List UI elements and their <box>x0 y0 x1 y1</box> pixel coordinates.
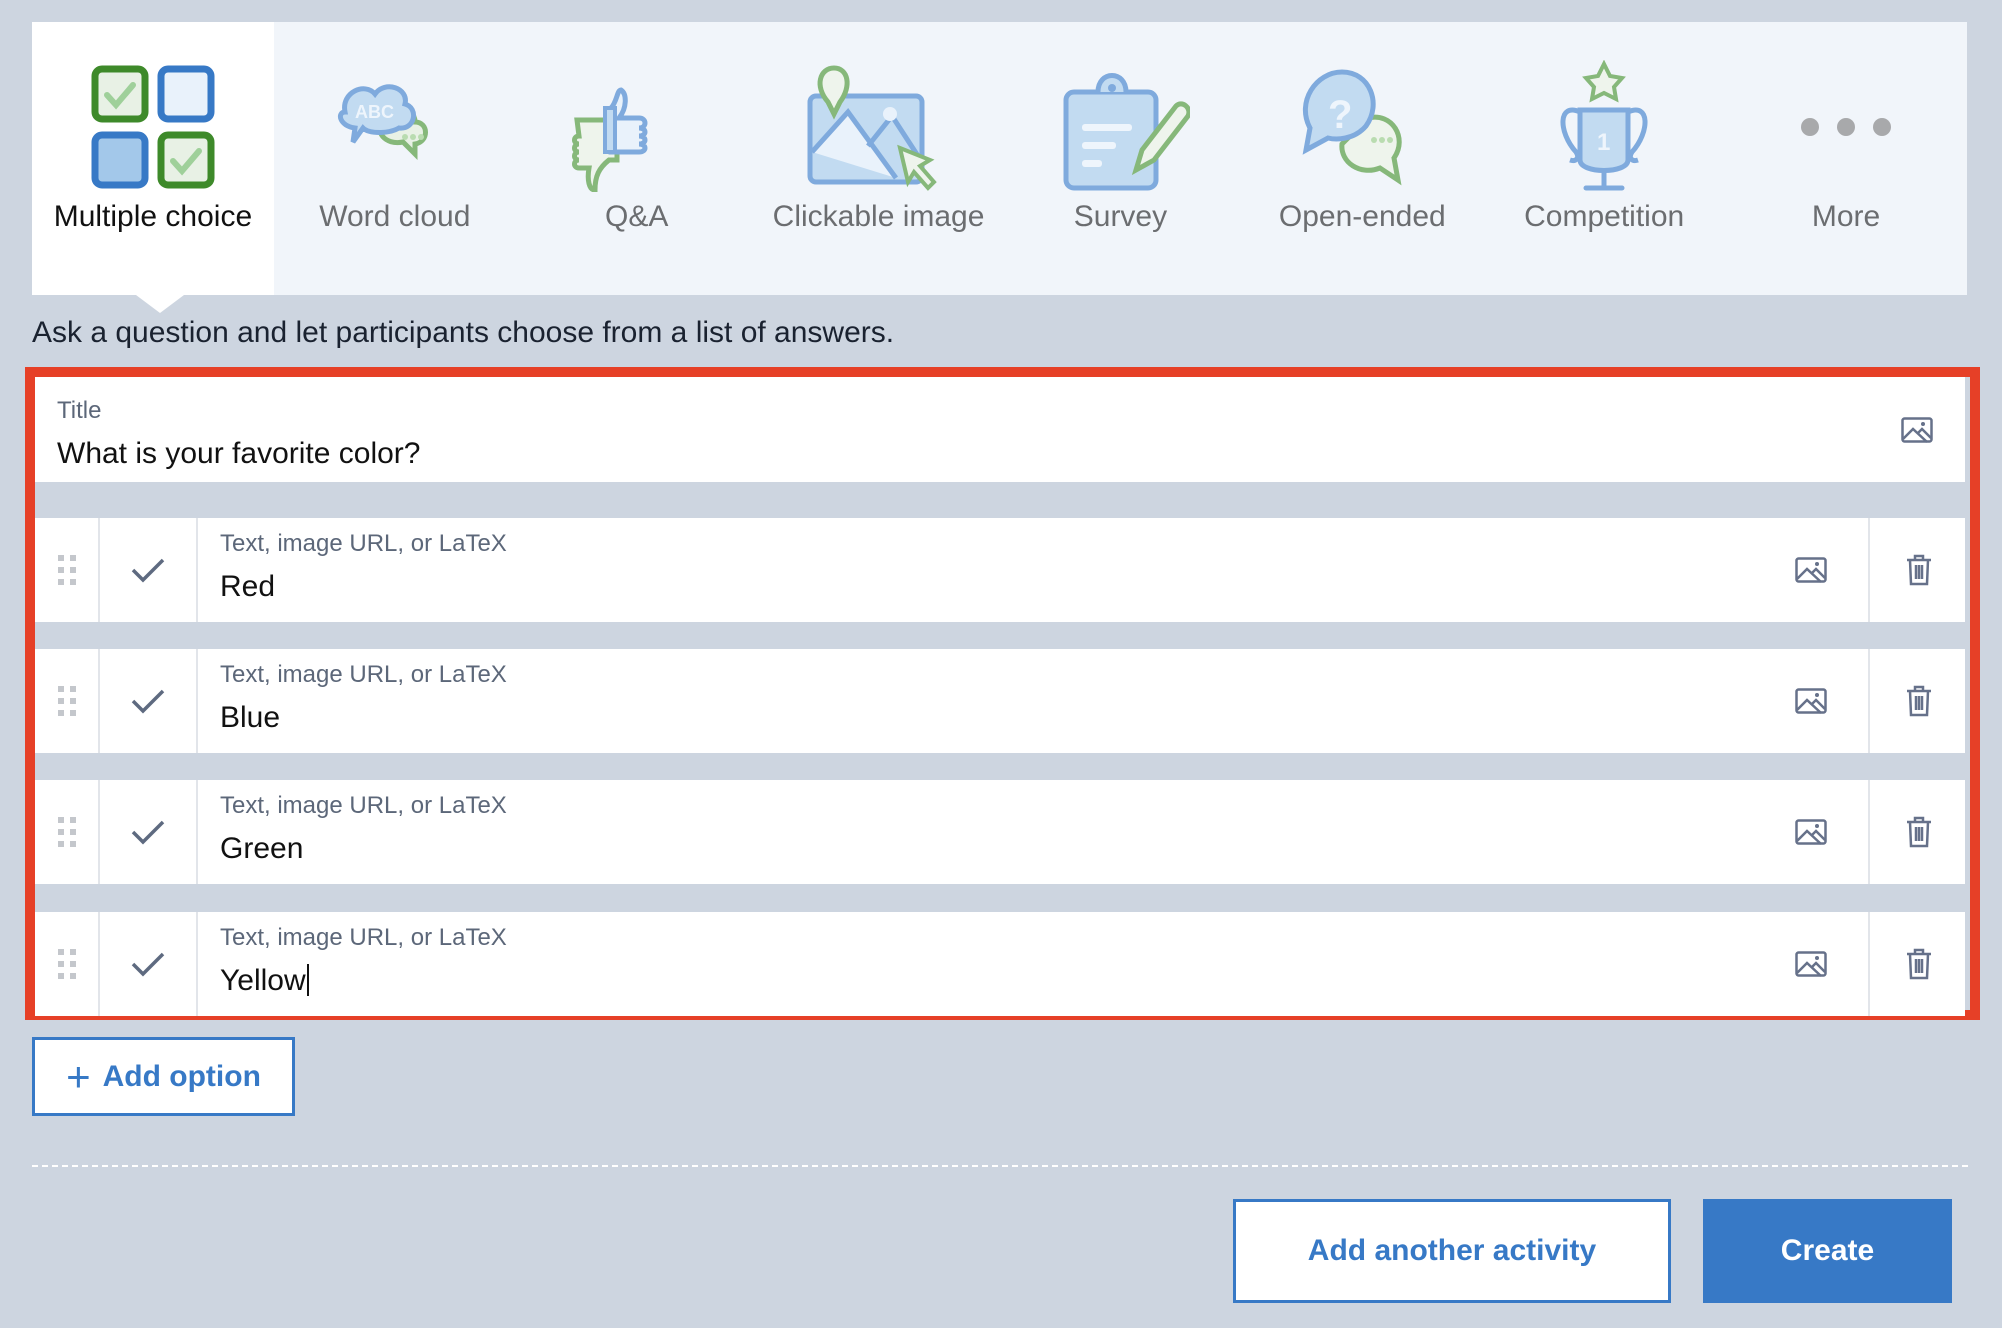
tab-competition[interactable]: 1 Competition <box>1483 22 1725 295</box>
question-bubbles-icon: ? <box>1287 62 1437 192</box>
tab-label: Q&A <box>605 200 669 233</box>
option-add-image-button[interactable] <box>1791 553 1831 587</box>
drag-handle-icon <box>57 949 76 979</box>
correct-answer-toggle[interactable] <box>100 912 198 1016</box>
drag-handle[interactable] <box>35 649 100 753</box>
option-input-text: Yellow <box>220 964 306 997</box>
option-row: Text, image URL, or LaTeX Yellow <box>35 912 1965 1016</box>
delete-option-button[interactable] <box>1868 518 1967 622</box>
option-input[interactable]: Red <box>220 570 275 604</box>
drag-handle-icon <box>57 817 76 847</box>
drag-handle-icon <box>57 686 76 716</box>
title-add-image-button[interactable] <box>1897 413 1937 447</box>
image-icon <box>1795 819 1827 845</box>
option-input[interactable]: Green <box>220 832 303 866</box>
image-icon <box>1795 951 1827 977</box>
trash-icon <box>1906 685 1931 717</box>
option-placeholder: Text, image URL, or LaTeX <box>220 792 507 819</box>
tab-label: Word cloud <box>319 200 471 233</box>
trash-icon <box>1906 948 1931 980</box>
word-cloud-icon: ABC <box>320 62 470 192</box>
correct-answer-toggle[interactable] <box>100 649 198 753</box>
tab-qa[interactable]: Q&A <box>516 22 758 295</box>
option-add-image-button[interactable] <box>1791 684 1831 718</box>
option-add-image-button[interactable] <box>1791 947 1831 981</box>
tab-label: Clickable image <box>772 200 985 233</box>
drag-handle[interactable] <box>35 912 100 1016</box>
trophy-icon: 1 <box>1529 60 1679 192</box>
tab-survey[interactable]: Survey <box>1000 22 1242 295</box>
add-option-button[interactable]: + Add option <box>32 1037 295 1116</box>
option-placeholder: Text, image URL, or LaTeX <box>220 530 507 557</box>
tab-label: More <box>1811 200 1881 233</box>
tab-open-ended[interactable]: ? Open-ended <box>1241 22 1483 295</box>
correct-answer-toggle[interactable] <box>100 518 198 622</box>
drag-handle[interactable] <box>35 518 100 622</box>
tab-word-cloud[interactable]: ABC Word cloud <box>274 22 516 295</box>
trash-icon <box>1906 816 1931 848</box>
clickable-image-icon <box>804 62 954 192</box>
title-input[interactable]: What is your favorite color? <box>57 437 420 471</box>
delete-option-button[interactable] <box>1868 780 1967 884</box>
option-row: Text, image URL, or LaTeX Red <box>35 518 1965 622</box>
active-tab-pointer <box>136 295 184 313</box>
title-field[interactable]: Title What is your favorite color? <box>35 377 1965 482</box>
create-button[interactable]: Create <box>1703 1199 1952 1303</box>
image-icon <box>1795 688 1827 714</box>
text-cursor <box>306 964 309 996</box>
thumbs-up-down-icon <box>562 62 712 192</box>
svg-text:?: ? <box>1328 93 1352 137</box>
title-label: Title <box>57 397 102 424</box>
delete-option-button[interactable] <box>1868 912 1967 1016</box>
option-add-image-button[interactable] <box>1791 815 1831 849</box>
delete-option-button[interactable] <box>1868 649 1967 753</box>
option-input[interactable]: Blue <box>220 701 280 735</box>
option-input-focused[interactable]: Yellow <box>220 964 309 998</box>
divider <box>32 1165 1968 1167</box>
tab-clickable-image[interactable]: Clickable image <box>758 22 1000 295</box>
tab-label: Competition <box>1524 200 1685 233</box>
tab-more[interactable]: More <box>1725 22 1967 295</box>
trash-icon <box>1906 554 1931 586</box>
checkmark-icon <box>131 558 165 583</box>
activity-type-tabs: Multiple choice ABC Word cloud Q&A Click… <box>32 22 1967 295</box>
plus-icon: + <box>66 1052 91 1100</box>
more-dots-icon <box>1771 62 1921 192</box>
option-placeholder: Text, image URL, or LaTeX <box>220 924 507 951</box>
drag-handle-icon <box>57 555 76 585</box>
svg-text:ABC: ABC <box>355 102 394 122</box>
correct-answer-toggle[interactable] <box>100 780 198 884</box>
activity-description: Ask a question and let participants choo… <box>32 316 895 349</box>
image-icon <box>1901 417 1933 443</box>
tab-label: Open-ended <box>1278 200 1446 233</box>
checkmark-icon <box>131 952 165 977</box>
tab-multiple-choice[interactable]: Multiple choice <box>32 22 274 295</box>
option-placeholder: Text, image URL, or LaTeX <box>220 661 507 688</box>
add-option-label: Add option <box>102 1059 261 1093</box>
multiple-choice-icon <box>78 62 228 192</box>
clipboard-pencil-icon <box>1045 62 1195 192</box>
option-row: Text, image URL, or LaTeX Green <box>35 780 1965 884</box>
question-editor: Title What is your favorite color? Text,… <box>25 367 1980 1020</box>
option-row: Text, image URL, or LaTeX Blue <box>35 649 1965 753</box>
tab-label: Survey <box>1073 200 1168 233</box>
add-another-activity-button[interactable]: Add another activity <box>1233 1199 1671 1303</box>
checkmark-icon <box>131 820 165 845</box>
svg-text:1: 1 <box>1597 129 1610 156</box>
drag-handle[interactable] <box>35 780 100 884</box>
tab-label: Multiple choice <box>53 200 253 233</box>
image-icon <box>1795 557 1827 583</box>
checkmark-icon <box>131 689 165 714</box>
